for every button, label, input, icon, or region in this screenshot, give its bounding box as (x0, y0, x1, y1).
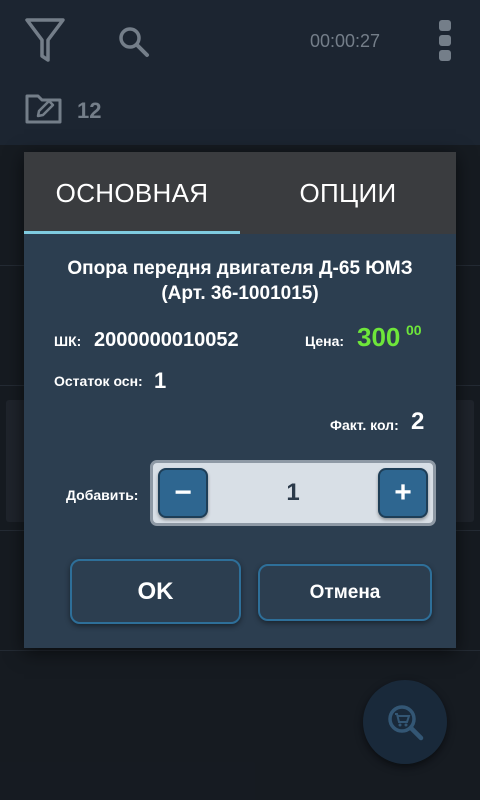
price-label: Цена: (305, 333, 345, 349)
quantity-value[interactable]: 1 (213, 463, 373, 523)
quantity-stepper: − 1 + (150, 460, 436, 526)
tab-main[interactable]: ОСНОВНАЯ (24, 152, 240, 234)
decrement-button[interactable]: − (158, 468, 208, 518)
stock-label: Остаток осн: (54, 373, 143, 389)
product-name: Опора передня двигателя Д-65 ЮМЗ (Арт. 3… (34, 256, 446, 306)
stock-value: 1 (154, 368, 167, 393)
tab-options[interactable]: ОПЦИИ (240, 152, 456, 234)
product-name-line: Опора передня двигателя Д-65 ЮМЗ (67, 258, 413, 279)
cancel-button[interactable]: Отмена (258, 564, 432, 621)
barcode-label: ШК: (54, 333, 82, 349)
product-article: (Арт. 36-1001015) (161, 283, 319, 304)
add-item-dialog: ОСНОВНАЯ ОПЦИИ Опора передня двигателя Д… (24, 152, 456, 648)
actual-qty-value: 2 (411, 408, 425, 435)
increment-button[interactable]: + (378, 468, 428, 518)
ok-button[interactable]: OK (70, 559, 241, 624)
price-cents: 00 (406, 322, 422, 338)
barcode-value: 2000000010052 (94, 329, 239, 351)
actual-qty-label: Факт. кол: (330, 417, 399, 433)
add-label: Добавить: (66, 487, 139, 503)
active-tab-indicator (24, 231, 240, 234)
price-value: 300 (357, 322, 401, 352)
dialog-tabs: ОСНОВНАЯ ОПЦИИ (24, 152, 456, 234)
